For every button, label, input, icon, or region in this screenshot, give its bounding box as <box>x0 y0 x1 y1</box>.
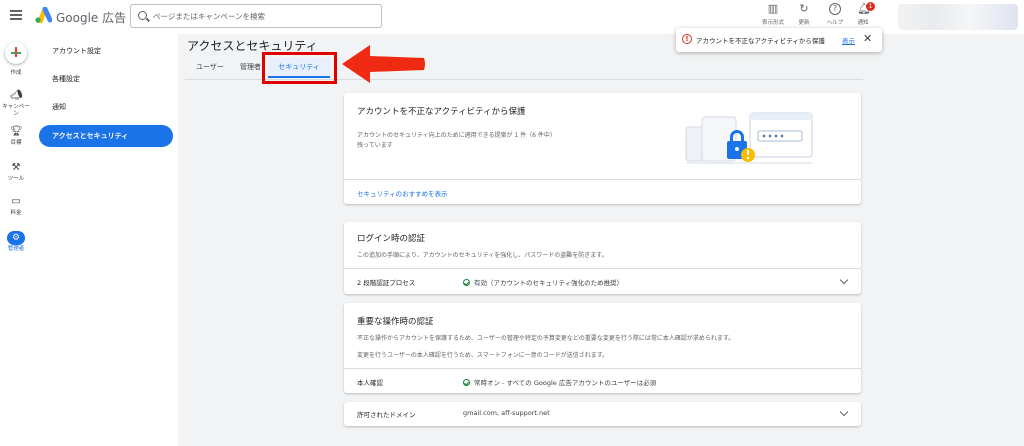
refresh-label: 更新 <box>798 20 810 26</box>
view-recommendations-link[interactable]: セキュリティのおすすめを表示 <box>357 188 448 198</box>
alert-icon: ! <box>682 34 692 44</box>
critical-card-title: 重要な操作時の認証 <box>357 317 434 327</box>
plus-icon-v <box>15 47 17 57</box>
two-step-status-text: 有効（アカウントのセキュリティ強化のため推奨） <box>474 279 624 287</box>
gear-icon[interactable]: ⚙ <box>7 231 25 245</box>
admin-label[interactable]: 管理者 <box>0 246 32 253</box>
identity-check-label: 本人確認 <box>357 379 383 387</box>
search-placeholder: ページまたはキャンペーンを検索 <box>153 12 265 21</box>
billing-label[interactable]: 料金 <box>0 210 32 217</box>
display-format-icon: ▥ <box>767 2 779 15</box>
identity-check-status-text: 常時オン - すべての Google 広告アカウントのユーザーは必須 <box>474 379 657 387</box>
google-ads-logo <box>35 7 52 23</box>
notifications-button[interactable]: 🔔︎ 1 通知 <box>846 2 880 31</box>
two-step-label: 2 段階認証プロセス <box>357 279 416 287</box>
toast-text: アカウントを不正なアクティビティから保護 <box>696 37 825 45</box>
tab-users[interactable]: ユーザー <box>196 62 224 72</box>
campaign-label[interactable]: キャンペーン <box>0 104 32 118</box>
security-illustration-icon <box>685 112 813 164</box>
account-switcher[interactable] <box>898 4 1018 30</box>
megaphone-icon[interactable]: 📣︎ <box>10 90 23 102</box>
notification-badge: 1 <box>866 2 875 11</box>
divider <box>344 368 861 369</box>
tools-icon[interactable]: ⚒ <box>10 162 22 174</box>
credit-card-icon[interactable]: ▭ <box>10 196 22 208</box>
two-step-status: 有効（アカウントのセキュリティ強化のため推奨） <box>463 277 623 287</box>
identity-check-status: 常時オン - すべての Google 広告アカウントのユーザーは必須 <box>463 377 656 387</box>
allowed-domains-card[interactable]: 許可されたドメイン gmail.com, aff-support.net <box>344 402 861 426</box>
app-window: Google 広告 ページまたはキャンペーンを検索 ▥ 表示形式 ↻ 更新 ? … <box>0 0 1024 446</box>
create-button[interactable] <box>5 42 27 64</box>
nav-item-notifications[interactable]: 通知 <box>39 96 173 118</box>
display-format-label: 表示形式 <box>761 20 784 26</box>
critical-card-body-1: 不正な操作からアカウントを保護するため、ユーザーの管理や特定の予算変更などの重要… <box>357 335 735 342</box>
security-recommendation-card: アカウントを不正なアクティビティから保護 アカウントのセキュリティ向上のために適… <box>344 93 861 204</box>
search-input[interactable]: ページまたはキャンペーンを検索 <box>130 4 382 28</box>
notifications-label: 通知 <box>857 20 869 26</box>
chevron-down-icon[interactable] <box>839 407 849 417</box>
tools-label[interactable]: ツール <box>0 176 32 183</box>
security-card-body: アカウントのセキュリティ向上のために適用できる提案が 1 件（6 件中）残ってい… <box>357 132 556 149</box>
left-rail: 作成 📣︎ キャンペーン 🏆︎ 目標 ⚒ ツール ▭ 料金 ⚙ 管理者 <box>0 34 32 446</box>
tab-admins[interactable]: 管理者 <box>240 62 264 72</box>
security-alert-toast: ! アカウントを不正なアクティビティから保護 表示 ✕ <box>676 28 882 52</box>
critical-card-body-2: 変更を行うユーザーの本人確認を行うため、スマートフォンに一意のコードが送信されま… <box>357 352 609 359</box>
menu-icon[interactable] <box>10 10 22 20</box>
highlight-box <box>262 52 337 84</box>
login-card-title: ログイン時の認証 <box>357 234 426 244</box>
help-icon: ? <box>829 3 841 15</box>
allowed-domains-label: 許可されたドメイン <box>357 411 416 419</box>
nav-item-preferences[interactable]: 各種設定 <box>39 68 173 90</box>
brand-name: Google 広告 <box>56 11 127 25</box>
divider <box>344 179 861 180</box>
nav-item-account-settings[interactable]: アカウント設定 <box>39 40 173 62</box>
two-step-row[interactable]: 2 段階認証プロセス 有効（アカウントのセキュリティ強化のため推奨） <box>344 269 861 294</box>
check-circle-icon <box>463 379 470 386</box>
search-icon <box>138 11 147 20</box>
check-circle-icon <box>463 279 470 286</box>
close-icon[interactable]: ✕ <box>863 32 872 45</box>
create-label: 作成 <box>10 70 22 76</box>
critical-action-card: 重要な操作時の認証 不正な操作からアカウントを保護するため、ユーザーの管理や特定… <box>344 303 861 393</box>
refresh-button[interactable]: ↻ 更新 <box>787 3 821 31</box>
highlight-arrow <box>342 45 425 83</box>
nav-item-access-security[interactable]: アクセスとセキュリティ <box>39 125 173 147</box>
chevron-down-icon[interactable] <box>839 275 849 285</box>
trophy-icon[interactable]: 🏆︎ <box>10 126 23 138</box>
login-verification-card: ログイン時の認証 この追加の手順により、アカウントのセキュリティを強化し、パスワ… <box>344 222 861 294</box>
display-format-button[interactable]: ▥ 表示形式 <box>756 3 790 31</box>
settings-nav: アカウント設定 各種設定 通知 アクセスとセキュリティ <box>32 34 178 446</box>
toast-view-link[interactable]: 表示 <box>842 35 855 45</box>
login-card-body: この追加の手順により、アカウントのセキュリティを強化し、パスワードの盗難を防ぎま… <box>357 252 608 259</box>
allowed-domains-value: gmail.com, aff-support.net <box>463 409 550 417</box>
refresh-icon: ↻ <box>799 2 809 15</box>
security-card-title: アカウントを不正なアクティビティから保護 <box>357 107 526 117</box>
goals-label[interactable]: 目標 <box>0 140 32 147</box>
